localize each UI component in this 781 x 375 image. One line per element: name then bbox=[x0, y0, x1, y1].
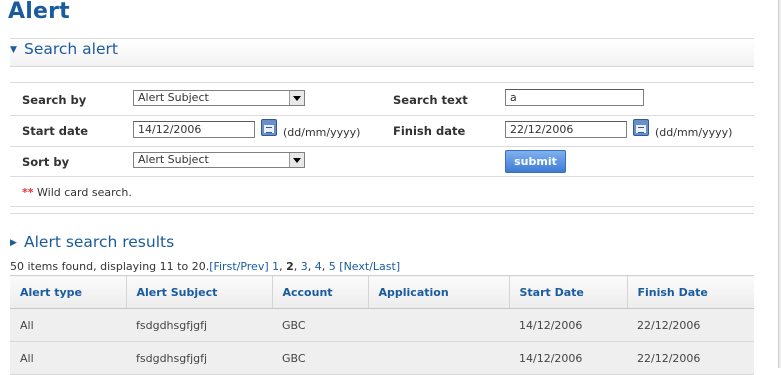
divider bbox=[10, 206, 754, 207]
results-summary: 50 items found, displaying 11 to 20. bbox=[10, 260, 210, 273]
start-date-label: Start date bbox=[22, 124, 89, 138]
search-by-select[interactable]: Alert Subject bbox=[133, 90, 305, 106]
start-date-input[interactable]: 14/12/2006 bbox=[133, 121, 255, 138]
divider bbox=[10, 213, 754, 214]
finish-date-input[interactable]: 22/12/2006 bbox=[505, 121, 627, 138]
divider bbox=[10, 146, 754, 147]
search-text-input[interactable]: a bbox=[505, 89, 644, 106]
search-alert-title: Search alert bbox=[24, 40, 118, 58]
column-header-application[interactable]: Application bbox=[367, 275, 509, 309]
calendar-icon[interactable] bbox=[261, 119, 277, 136]
divider bbox=[10, 82, 754, 83]
pagination: 50 items found, displaying 11 to 20.[Fir… bbox=[10, 260, 401, 273]
calendar-icon[interactable] bbox=[633, 119, 649, 136]
search-text-label: Search text bbox=[393, 93, 468, 107]
results-title: Alert search results bbox=[24, 233, 175, 251]
column-header-start-date[interactable]: Start Date bbox=[508, 275, 627, 309]
table-row[interactable]: All fsdgdhsgfjgfj GBC 14/12/2006 22/12/2… bbox=[10, 308, 754, 342]
page-link-4[interactable]: 4 bbox=[315, 260, 322, 273]
table-row[interactable]: All fsdgdhsgfjgfj GBC 14/12/2006 22/12/2… bbox=[10, 341, 754, 375]
date-format-hint: (dd/mm/yyyy) bbox=[283, 126, 361, 139]
cell-finish-date: 22/12/2006 bbox=[627, 341, 754, 375]
cell-application bbox=[368, 308, 509, 342]
search-by-value: Alert Subject bbox=[138, 91, 209, 104]
divider bbox=[10, 115, 754, 116]
search-alert-header[interactable]: ▼ Search alert bbox=[10, 38, 754, 67]
results-table: Alert type Alert Subject Account Applica… bbox=[10, 275, 754, 375]
chevron-down-icon[interactable] bbox=[289, 153, 304, 167]
page-link-3[interactable]: 3 bbox=[301, 260, 308, 273]
search-by-label: Search by bbox=[22, 93, 87, 107]
cell-start-date: 14/12/2006 bbox=[509, 341, 627, 375]
cell-alert-subject: fsdgdhsgfjgfj bbox=[126, 341, 272, 375]
first-prev-link[interactable]: [First/Prev] bbox=[209, 260, 268, 273]
next-last-link[interactable]: [Next/Last] bbox=[339, 260, 400, 273]
chevron-down-icon[interactable] bbox=[289, 91, 304, 105]
date-format-hint: (dd/mm/yyyy) bbox=[655, 126, 733, 139]
cell-application bbox=[368, 341, 509, 375]
results-header[interactable]: ▶ Alert search results bbox=[10, 233, 754, 253]
cell-finish-date: 22/12/2006 bbox=[627, 308, 754, 342]
page-link-5[interactable]: 5 bbox=[329, 260, 336, 273]
cell-alert-subject: fsdgdhsgfjgfj bbox=[126, 308, 272, 342]
page-current-2: 2 bbox=[286, 260, 294, 273]
triangle-down-icon[interactable]: ▼ bbox=[10, 40, 24, 60]
wildcard-note: ** Wild card search. bbox=[22, 186, 132, 199]
cell-start-date: 14/12/2006 bbox=[509, 308, 627, 342]
required-marker: ** bbox=[22, 186, 34, 199]
sort-by-label: Sort by bbox=[22, 155, 70, 169]
table-header-row: Alert type Alert Subject Account Applica… bbox=[10, 275, 754, 309]
wildcard-note-text: Wild card search. bbox=[37, 186, 132, 199]
cell-alert-type: All bbox=[10, 341, 126, 375]
divider bbox=[10, 176, 754, 177]
cell-account: GBC bbox=[272, 308, 368, 342]
cell-account: GBC bbox=[272, 341, 368, 375]
column-header-alert-subject[interactable]: Alert Subject bbox=[125, 275, 272, 309]
cell-alert-type: All bbox=[10, 308, 126, 342]
column-header-alert-type[interactable]: Alert type bbox=[10, 275, 126, 309]
sort-by-value: Alert Subject bbox=[138, 153, 209, 166]
submit-button[interactable]: submit bbox=[505, 150, 566, 173]
column-header-finish-date[interactable]: Finish Date bbox=[626, 275, 754, 309]
finish-date-label: Finish date bbox=[393, 124, 466, 138]
triangle-right-icon[interactable]: ▶ bbox=[10, 234, 24, 252]
column-header-account[interactable]: Account bbox=[271, 275, 368, 309]
page-link-1[interactable]: 1 bbox=[272, 260, 279, 273]
sort-by-select[interactable]: Alert Subject bbox=[133, 152, 305, 168]
page-title: Alert bbox=[8, 0, 70, 24]
